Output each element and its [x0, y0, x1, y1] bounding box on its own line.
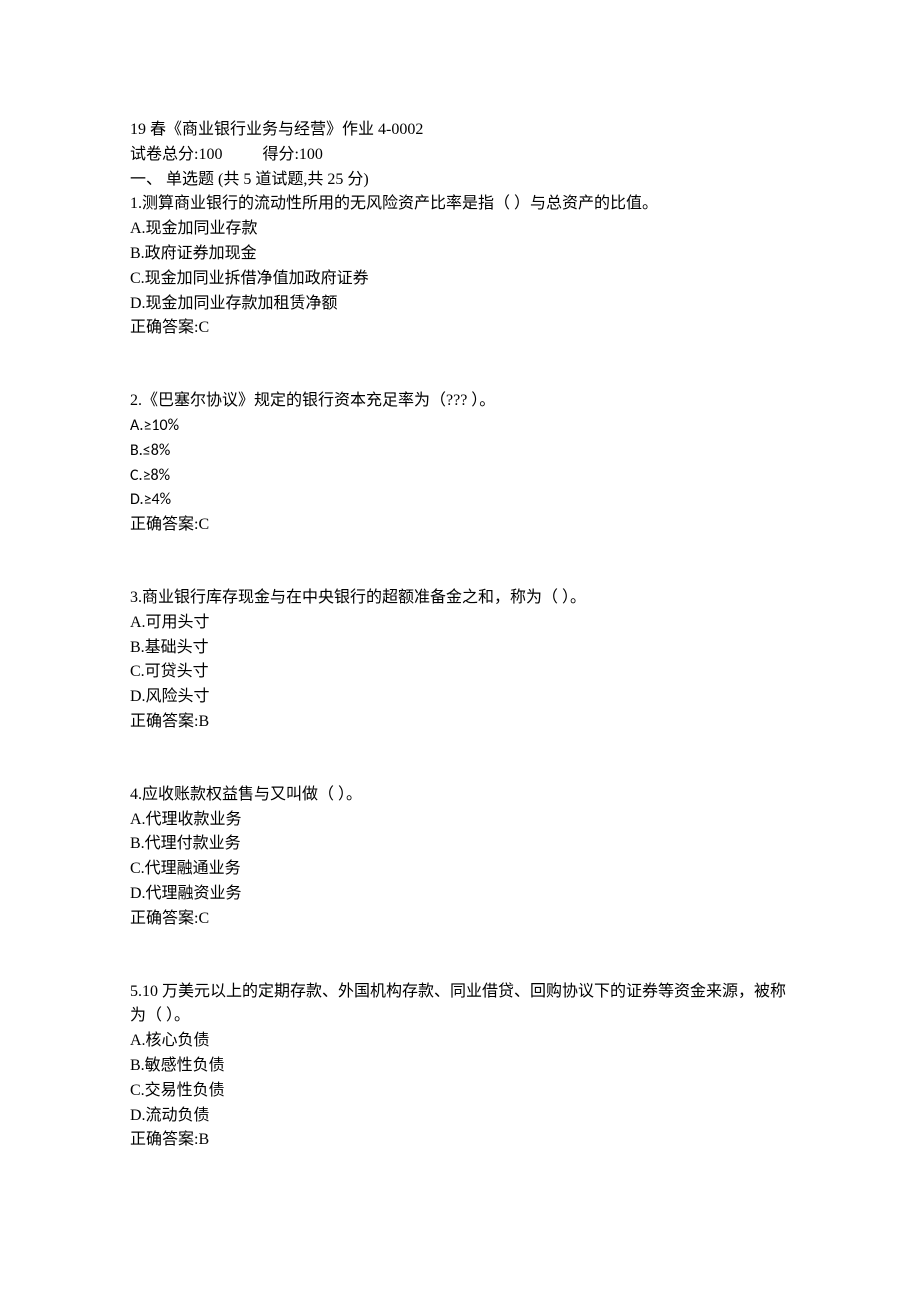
document-page: 19 春《商业银行业务与经营》作业 4-0002 试卷总分:100得分:100 … [0, 0, 920, 1302]
question-stem: 1.测算商业银行的流动性所用的无风险资产比率是指（ ）与总资产的比值。 [130, 192, 790, 217]
question-stem: 4.应收账款权益售与又叫做（ ）。 [130, 783, 790, 808]
question-option: C.交易性负债 [130, 1079, 790, 1104]
score-total: 试卷总分:100 [130, 146, 222, 163]
question-block: 1.测算商业银行的流动性所用的无风险资产比率是指（ ）与总资产的比值。 A.现金… [130, 192, 790, 341]
answer-line: 正确答案:B [130, 710, 790, 735]
doc-title: 19 春《商业银行业务与经营》作业 4-0002 [130, 118, 790, 143]
question-option: D.现金加同业存款加租赁净额 [130, 292, 790, 317]
question-option: A.现金加同业存款 [130, 217, 790, 242]
question-option: C.≥8% [130, 464, 790, 489]
question-option: B.≤8% [130, 439, 790, 464]
question-option: D.流动负债 [130, 1104, 790, 1129]
answer-line: 正确答案:C [130, 316, 790, 341]
score-got: 得分:100 [262, 146, 322, 163]
question-option: D.代理融资业务 [130, 882, 790, 907]
question-stem: 3.商业银行库存现金与在中央银行的超额准备金之和，称为（ ）。 [130, 586, 790, 611]
question-stem: 5.10 万美元以上的定期存款、外国机构存款、同业借贷、回购协议下的证券等资金来… [130, 980, 790, 1030]
question-option: C.现金加同业拆借净值加政府证券 [130, 267, 790, 292]
question-option: B.敏感性负债 [130, 1054, 790, 1079]
question-option: A.核心负债 [130, 1029, 790, 1054]
question-block: 2.《巴塞尔协议》规定的银行资本充足率为（??? ）。 A.≥10% B.≤8%… [130, 389, 790, 538]
question-option: C.代理融通业务 [130, 857, 790, 882]
question-option: C.可贷头寸 [130, 660, 790, 685]
question-block: 5.10 万美元以上的定期存款、外国机构存款、同业借贷、回购协议下的证券等资金来… [130, 980, 790, 1154]
question-block: 3.商业银行库存现金与在中央银行的超额准备金之和，称为（ ）。 A.可用头寸 B… [130, 586, 790, 735]
section-heading: 一、 单选题 (共 5 道试题,共 25 分) [130, 168, 790, 193]
question-option: D.≥4% [130, 488, 790, 513]
question-block: 4.应收账款权益售与又叫做（ ）。 A.代理收款业务 B.代理付款业务 C.代理… [130, 783, 790, 932]
question-option: A.可用头寸 [130, 611, 790, 636]
question-option: B.基础头寸 [130, 636, 790, 661]
answer-line: 正确答案:C [130, 513, 790, 538]
question-stem: 2.《巴塞尔协议》规定的银行资本充足率为（??? ）。 [130, 389, 790, 414]
question-option: A.代理收款业务 [130, 808, 790, 833]
question-option: D.风险头寸 [130, 685, 790, 710]
question-option: B.政府证券加现金 [130, 242, 790, 267]
score-line: 试卷总分:100 得分:100 [130, 143, 790, 168]
question-option: A.≥10% [130, 414, 790, 439]
answer-line: 正确答案:C [130, 907, 790, 932]
answer-line: 正确答案:B [130, 1128, 790, 1153]
question-option: B.代理付款业务 [130, 832, 790, 857]
